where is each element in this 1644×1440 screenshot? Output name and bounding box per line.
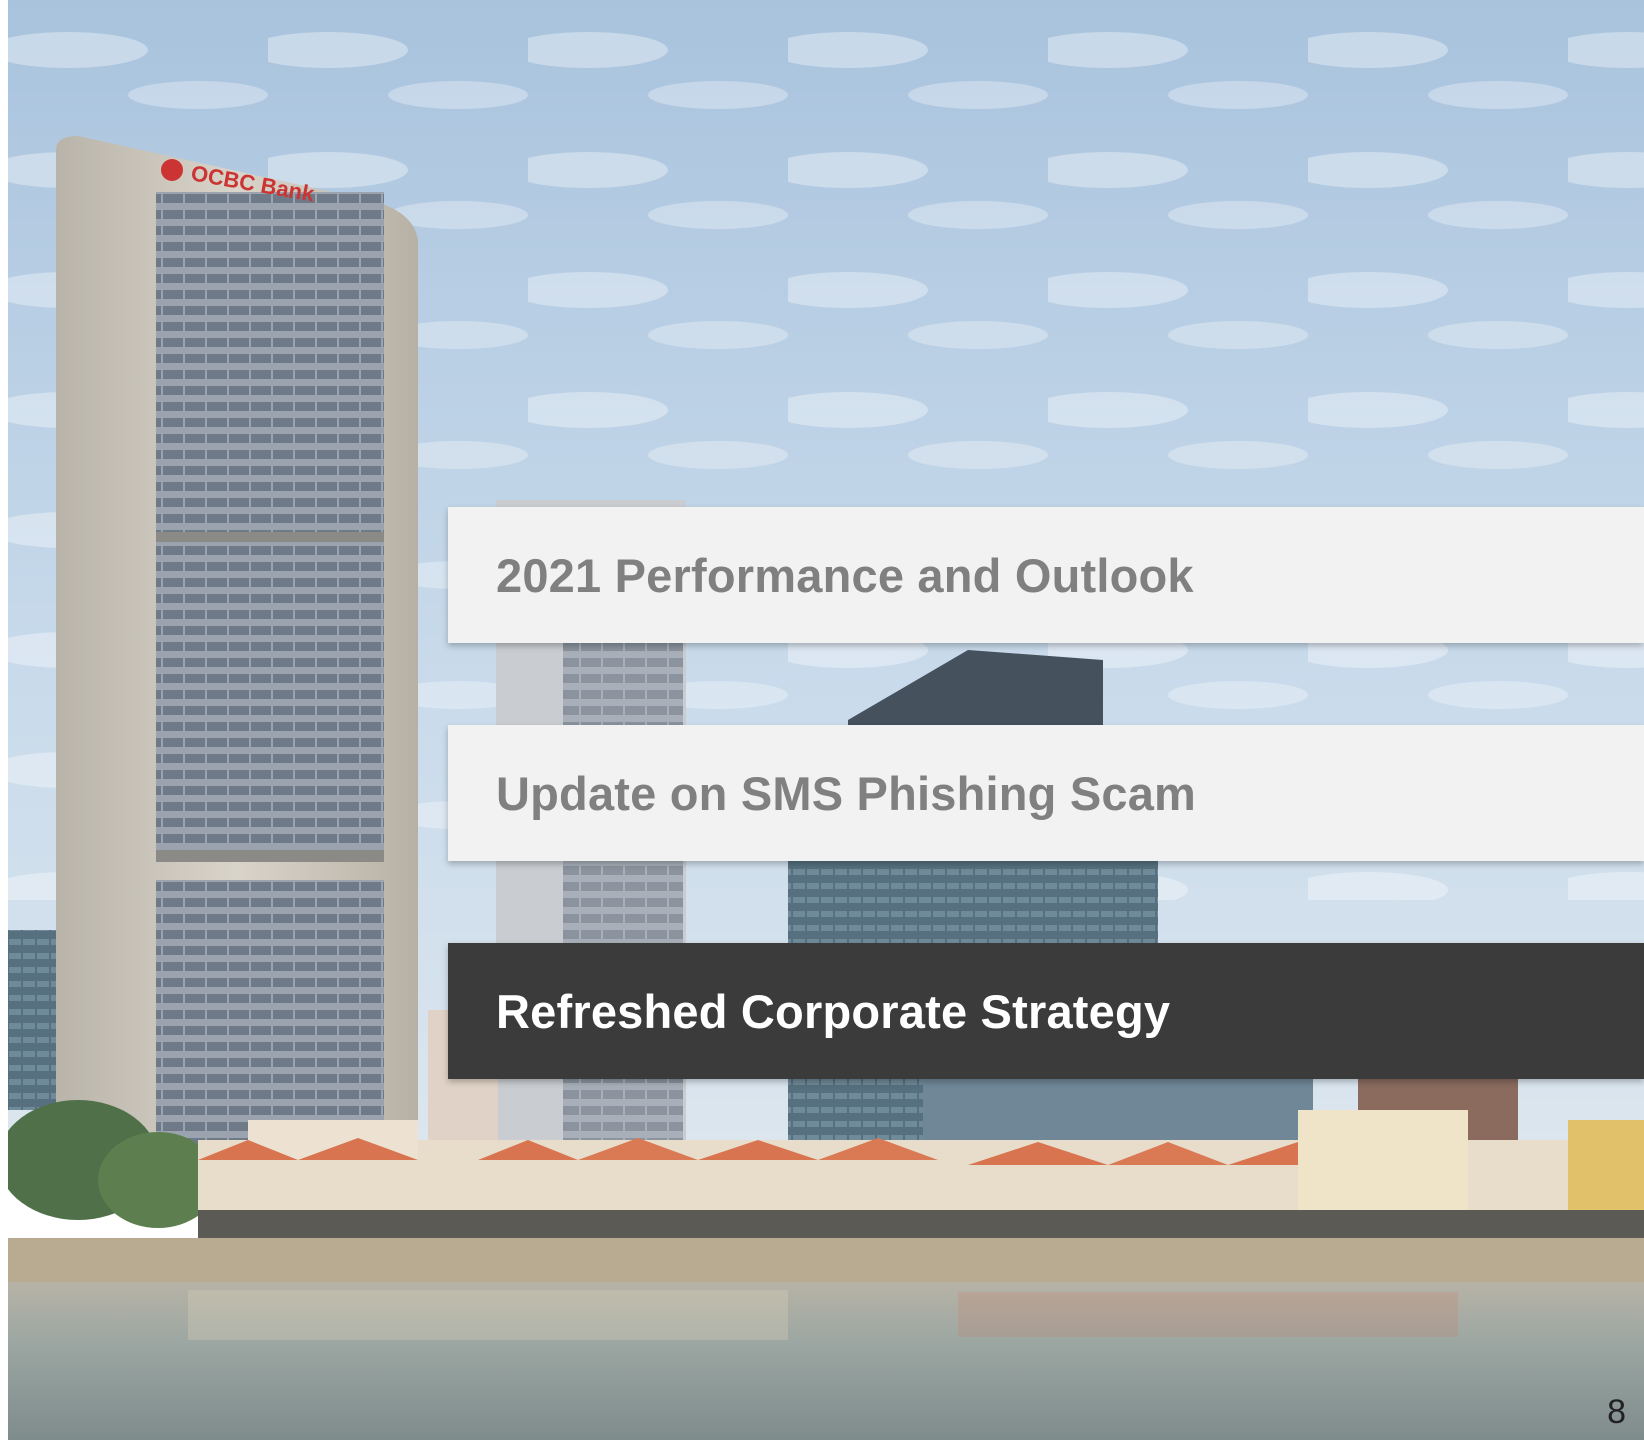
agenda-item-label: Refreshed Corporate Strategy [496,984,1171,1038]
agenda-item-label: Update on SMS Phishing Scam [496,766,1197,820]
riverbank [8,1238,1644,1282]
background-photo: OCBC Bank [8,0,1644,1440]
agenda-item-corporate-strategy-active: Refreshed Corporate Strategy [448,943,1644,1079]
page-number: 8 [1607,1393,1626,1431]
ocbc-tower [56,136,418,1180]
agenda-item-label: 2021 Performance and Outlook [496,548,1194,602]
slide: OCBC Bank 2021 Performance and Outlook U… [0,0,1644,1440]
cityscape-illustration: OCBC Bank [8,0,1644,1440]
agenda-item-sms-phishing: Update on SMS Phishing Scam [448,725,1644,861]
agenda-item-performance-outlook: 2021 Performance and Outlook [448,507,1644,643]
slide-left-margin [0,0,8,1440]
